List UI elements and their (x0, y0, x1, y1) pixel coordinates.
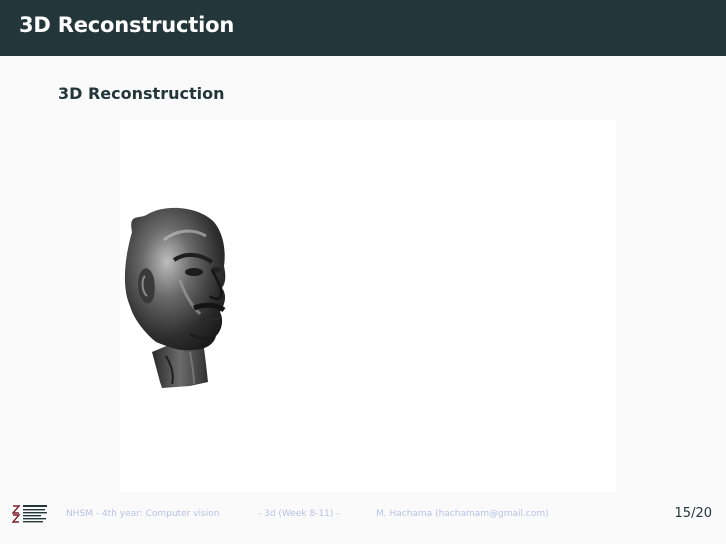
slide-title: 3D Reconstruction (19, 13, 235, 37)
title-bar: 3D Reconstruction (0, 0, 726, 56)
institution-logo (12, 504, 47, 524)
head-sculpture-image (124, 207, 226, 388)
footer-section: - 3d (Week 8-11) - (258, 509, 340, 519)
reconstruction-figure (120, 120, 616, 492)
footer-course: NHSM - 4th year: Computer vision (66, 509, 220, 519)
page-number: 15/20 (674, 506, 712, 521)
block-title: 3D Reconstruction (58, 84, 225, 103)
footer-author: M. Hachama (hachamam@gmail.com) (376, 509, 549, 519)
